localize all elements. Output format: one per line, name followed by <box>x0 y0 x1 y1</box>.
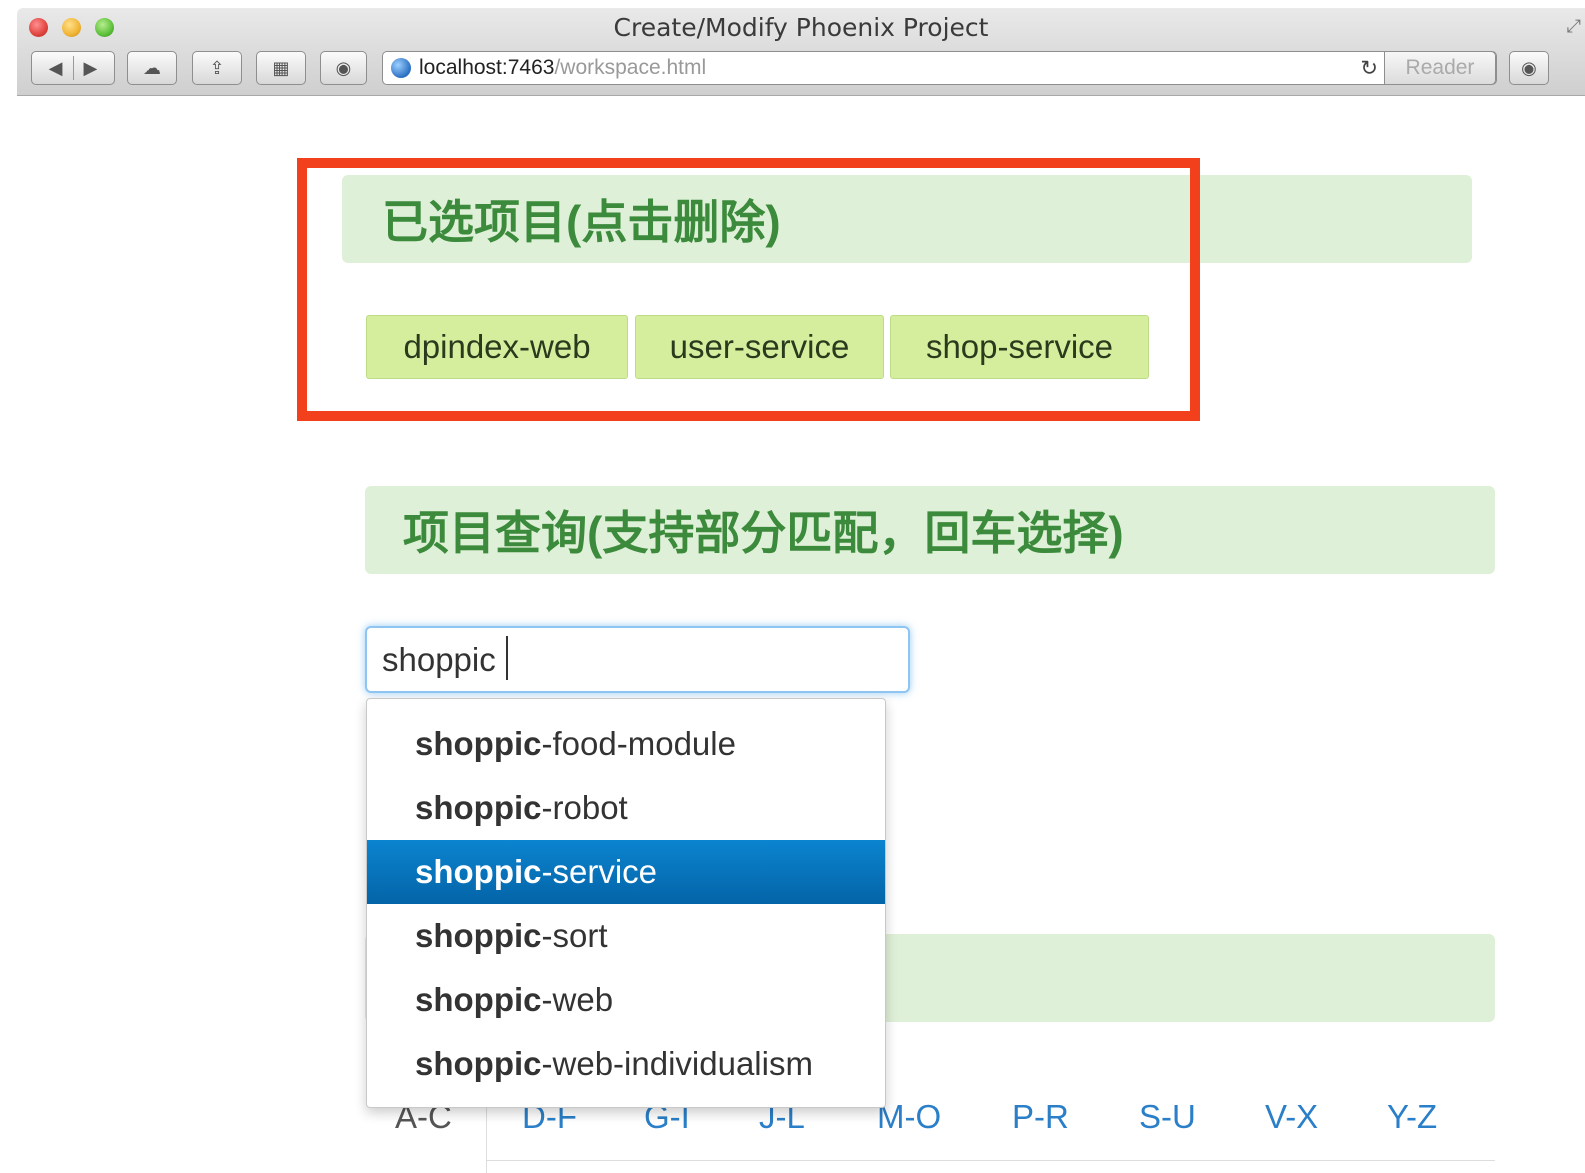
window-title: Create/Modify Phoenix Project <box>613 13 989 42</box>
browser-chrome: Create/Modify Phoenix Project ⤢ ◀ ▶ ☁ ⇪ … <box>17 8 1585 96</box>
back-forward-group: ◀ ▶ <box>31 51 115 85</box>
project-query-header: 项目查询(支持部分匹配，回车选择) <box>365 486 1495 574</box>
cloud-icon: ☁ <box>143 57 161 78</box>
extension-icon: ◉ <box>335 57 352 78</box>
tab-v-x[interactable]: V-X <box>1265 1098 1318 1136</box>
tab-s-u[interactable]: S-U <box>1139 1098 1196 1136</box>
tab-m-o[interactable]: M-O <box>877 1098 941 1136</box>
suggestion-shoppic-service[interactable]: shoppic -service <box>367 840 885 904</box>
forward-icon[interactable]: ▶ <box>84 58 98 79</box>
extension-icon: ◉ <box>1521 57 1537 78</box>
url-host: localhost:7463 <box>419 56 555 79</box>
share-icon: ⇪ <box>209 57 225 78</box>
project-search-input[interactable] <box>365 626 910 693</box>
autocomplete-dropdown: shoppic -food-module shoppic -robot shoppi… <box>366 698 886 1108</box>
text-caret <box>506 636 508 680</box>
selected-tag-dpindex-web[interactable]: dpindex-web <box>366 315 628 379</box>
suggestion-shoppic-web[interactable]: shoppic -web <box>367 968 885 1032</box>
tab-y-z[interactable]: Y-Z <box>1387 1098 1437 1136</box>
reload-icon[interactable]: ↻ <box>1360 56 1378 81</box>
extension-button[interactable]: ◉ <box>320 51 367 85</box>
fullscreen-icon[interactable]: ⤢ <box>1567 16 1581 37</box>
suggestion-shoppic-web-individualism[interactable]: shoppic -web-individualism <box>367 1032 885 1096</box>
selected-tag-shop-service[interactable]: shop-service <box>890 315 1149 379</box>
icloud-tabs-button[interactable]: ☁ <box>127 51 177 85</box>
address-bar[interactable]: localhost:7463 /workspace.html ↻ Reader <box>382 51 1497 85</box>
selected-tag-user-service[interactable]: user-service <box>635 315 884 379</box>
top-sites-icon: ▦ <box>272 57 290 78</box>
url-path: /workspace.html <box>554 56 707 79</box>
globe-icon <box>391 58 411 78</box>
suggestion-shoppic-food-module[interactable]: shoppic -food-module <box>367 712 885 776</box>
tab-baseline <box>486 1160 1495 1161</box>
highlight-annotation <box>297 158 1200 421</box>
back-icon[interactable]: ◀ <box>49 58 63 79</box>
share-button[interactable]: ⇪ <box>192 51 242 85</box>
reader-button[interactable]: Reader <box>1384 51 1496 85</box>
tab-p-r[interactable]: P-R <box>1012 1098 1069 1136</box>
suggestion-shoppic-sort[interactable]: shoppic -sort <box>367 904 885 968</box>
top-sites-button[interactable]: ▦ <box>256 51 306 85</box>
nav-divider <box>72 56 74 80</box>
project-query-title: 项目查询(支持部分匹配，回车选择) <box>403 507 1124 559</box>
extension-button-2[interactable]: ◉ <box>1509 51 1549 85</box>
suggestion-shoppic-robot[interactable]: shoppic -robot <box>367 776 885 840</box>
